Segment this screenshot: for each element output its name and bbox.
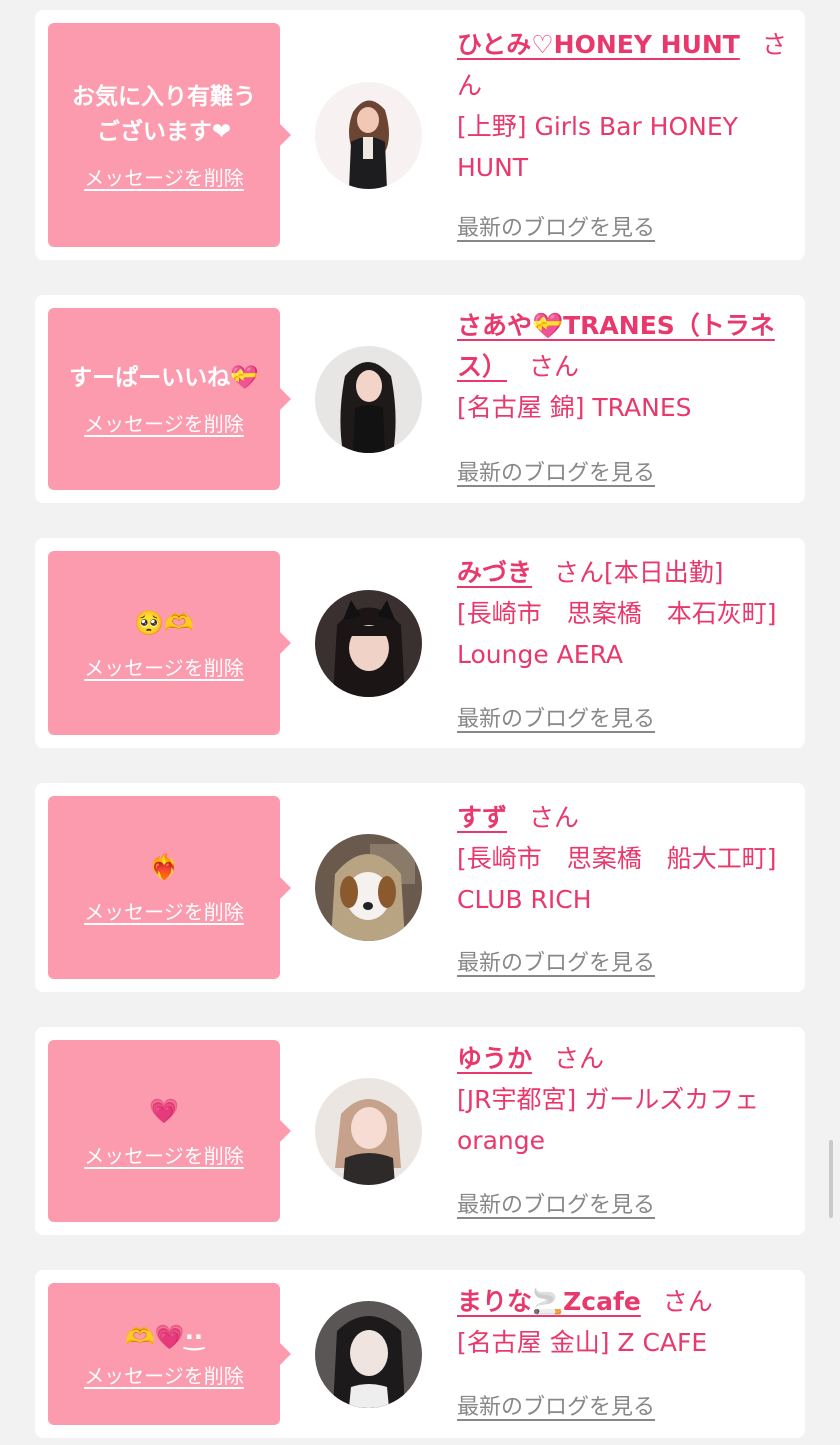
avatar[interactable] bbox=[315, 1078, 422, 1185]
cast-info: みづき さん[本日出勤] [長崎市 思案橋 本石灰町] Lounge AERA bbox=[457, 552, 797, 675]
scrollbar[interactable] bbox=[829, 1140, 833, 1218]
cast-name-link[interactable]: ゆうか bbox=[457, 1044, 532, 1073]
delete-message-link[interactable]: メッセージを削除 bbox=[84, 162, 244, 191]
delete-message-link[interactable]: メッセージを削除 bbox=[84, 1360, 244, 1389]
shop-name: [上野] Girls Bar HONEY HUNT bbox=[457, 112, 738, 182]
avatar[interactable] bbox=[315, 82, 422, 189]
cast-name-line: さあや💝TRANES（トラネス） さん bbox=[457, 305, 797, 387]
avatar[interactable] bbox=[315, 346, 422, 453]
message-text: ❤️‍🔥 bbox=[149, 853, 179, 881]
cast-name-line: ゆうか さん bbox=[457, 1038, 797, 1079]
cast-info: すず さん [長崎市 思案橋 船大工町] CLUB RICH bbox=[457, 797, 797, 920]
cast-name-link[interactable]: さあや💝TRANES（トラネス） bbox=[457, 311, 775, 381]
latest-blog-link[interactable]: 最新のブログを見る bbox=[457, 1389, 655, 1421]
cast-name-link[interactable]: すず bbox=[457, 803, 507, 832]
avatar[interactable] bbox=[315, 590, 422, 697]
favorite-card: お気に入り有難う ございます❤ メッセージを削除 ひとみ♡HONEY HUNT さ… bbox=[35, 10, 805, 260]
favorite-card: 🫶💗·͜· メッセージを削除 まりな🚬Zcafe さん [名古屋 金山] Z CA… bbox=[35, 1270, 805, 1438]
cast-info: ゆうか さん [JR宇都宮] ガールズカフェ orange bbox=[457, 1038, 797, 1161]
message-bubble: 💗 メッセージを削除 bbox=[48, 1040, 291, 1222]
shop-name: [名古屋 金山] Z CAFE bbox=[457, 1328, 708, 1357]
message-text: 🥺🫶 bbox=[134, 608, 194, 637]
message-text: 💗 bbox=[149, 1096, 179, 1125]
cast-name-line: みづき さん[本日出勤] bbox=[457, 552, 797, 593]
favorite-card: 🥺🫶 メッセージを削除 みづき さん[本日出勤] [長崎市 思案橋 本石灰町] L… bbox=[35, 538, 805, 748]
message-bubble: 🫶💗·͜· メッセージを削除 bbox=[48, 1283, 291, 1425]
san-label: さん bbox=[529, 803, 580, 832]
cast-info: さあや💝TRANES（トラネス） さん [名古屋 錦] TRANES bbox=[457, 305, 797, 428]
latest-blog-link[interactable]: 最新のブログを見る bbox=[457, 945, 655, 977]
cast-info: ひとみ♡HONEY HUNT さん [上野] Girls Bar HONEY HU… bbox=[457, 24, 797, 188]
cast-name-link[interactable]: まりな🚬Zcafe bbox=[457, 1287, 641, 1316]
san-label: さん bbox=[662, 1287, 713, 1316]
delete-message-link[interactable]: メッセージを削除 bbox=[84, 652, 244, 681]
favorite-card: ❤️‍🔥 メッセージを削除 すず さん [長崎市 思案橋 船大工町] CLUB R… bbox=[35, 783, 805, 992]
message-text: すーぱーいいね💝 bbox=[69, 365, 259, 391]
message-bubble: すーぱーいいね💝 メッセージを削除 bbox=[48, 308, 291, 490]
message-text: お気に入り有難う ございます❤ bbox=[72, 83, 256, 145]
message-bubble: お気に入り有難う ございます❤ メッセージを削除 bbox=[48, 23, 291, 247]
avatar[interactable] bbox=[315, 834, 422, 941]
latest-blog-link[interactable]: 最新のブログを見る bbox=[457, 1187, 655, 1219]
delete-message-link[interactable]: メッセージを削除 bbox=[84, 896, 244, 925]
shop-name: [名古屋 錦] TRANES bbox=[457, 393, 692, 422]
cast-info: まりな🚬Zcafe さん [名古屋 金山] Z CAFE bbox=[457, 1281, 797, 1363]
cast-name-line: ひとみ♡HONEY HUNT さん bbox=[457, 24, 797, 106]
latest-blog-link[interactable]: 最新のブログを見る bbox=[457, 455, 655, 487]
favorite-card: 💗 メッセージを削除 ゆうか さん [JR宇都宮] ガールズカフェ orange … bbox=[35, 1027, 805, 1235]
avatar[interactable] bbox=[315, 1301, 422, 1408]
delete-message-link[interactable]: メッセージを削除 bbox=[84, 408, 244, 437]
cast-name-link[interactable]: ひとみ♡HONEY HUNT bbox=[457, 30, 740, 59]
delete-message-link[interactable]: メッセージを削除 bbox=[84, 1140, 244, 1169]
cast-name-line: まりな🚬Zcafe さん bbox=[457, 1281, 797, 1322]
latest-blog-link[interactable]: 最新のブログを見る bbox=[457, 701, 655, 733]
shop-name: [JR宇都宮] ガールズカフェ orange bbox=[457, 1085, 760, 1155]
san-label: さん bbox=[554, 1044, 605, 1073]
favorite-card: すーぱーいいね💝 メッセージを削除 さあや💝TRANES（トラネス） さん [名古… bbox=[35, 295, 805, 503]
message-text: 🫶💗·͜· bbox=[125, 1322, 203, 1351]
san-label: さん bbox=[529, 352, 580, 381]
latest-blog-link[interactable]: 最新のブログを見る bbox=[457, 210, 655, 242]
message-bubble: 🥺🫶 メッセージを削除 bbox=[48, 551, 291, 735]
cast-name-line: すず さん bbox=[457, 797, 797, 838]
san-label: さん bbox=[554, 558, 605, 587]
shop-name: [長崎市 思案橋 船大工町] CLUB RICH bbox=[457, 844, 777, 914]
cast-name-link[interactable]: みづき bbox=[457, 558, 532, 587]
shop-name: [長崎市 思案橋 本石灰町] Lounge AERA bbox=[457, 599, 777, 669]
message-bubble: ❤️‍🔥 メッセージを削除 bbox=[48, 796, 291, 979]
working-today-badge: [本日出勤] bbox=[604, 558, 724, 587]
